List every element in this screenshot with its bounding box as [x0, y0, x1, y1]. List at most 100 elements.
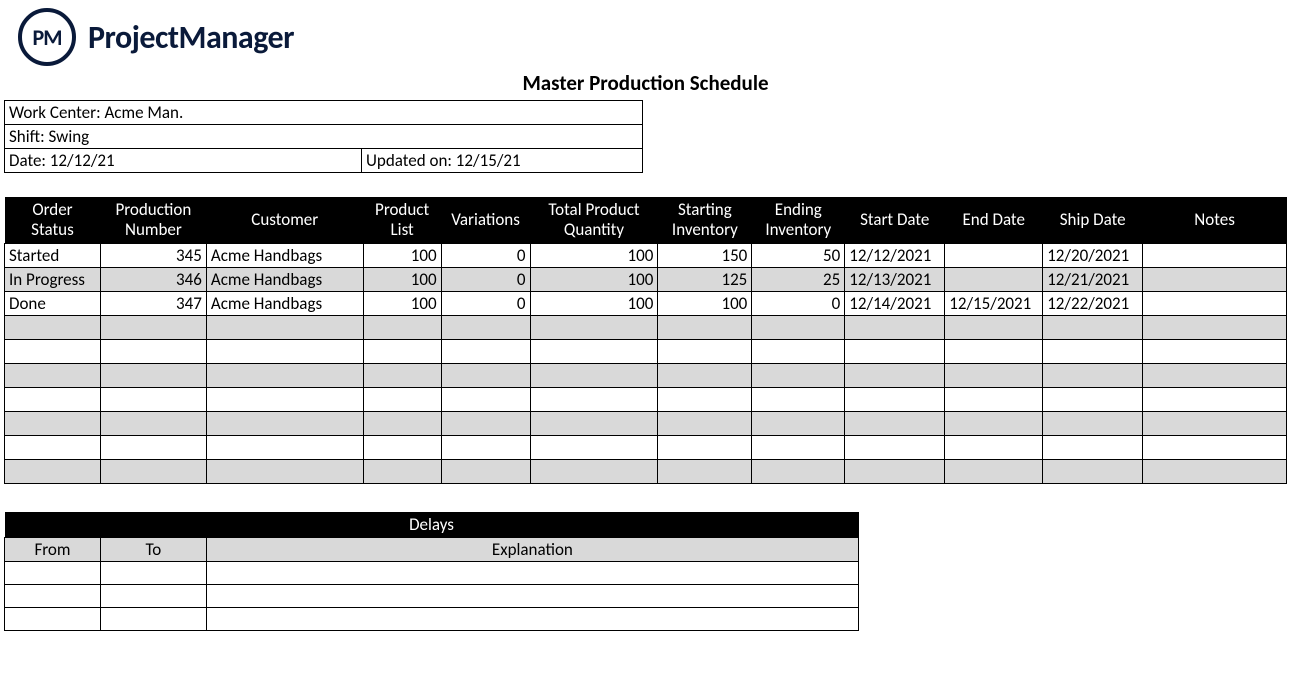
cell[interactable] [1043, 315, 1143, 339]
cell[interactable] [945, 435, 1043, 459]
cell[interactable] [206, 411, 363, 435]
cell[interactable] [1143, 339, 1287, 363]
cell[interactable] [530, 387, 658, 411]
cell[interactable]: 12/22/2021 [1043, 291, 1143, 315]
cell[interactable]: 0 [441, 267, 530, 291]
cell[interactable]: 50 [752, 243, 845, 267]
cell[interactable] [5, 339, 101, 363]
cell[interactable] [945, 363, 1043, 387]
cell[interactable]: 12/15/2021 [945, 291, 1043, 315]
cell[interactable] [5, 435, 101, 459]
cell[interactable] [1143, 435, 1287, 459]
cell[interactable]: 0 [441, 243, 530, 267]
cell[interactable] [5, 315, 101, 339]
cell[interactable] [658, 387, 752, 411]
cell[interactable] [100, 387, 206, 411]
cell[interactable]: Acme Handbags [206, 267, 363, 291]
cell[interactable] [1143, 459, 1287, 483]
cell[interactable]: 150 [658, 243, 752, 267]
cell[interactable] [363, 315, 441, 339]
cell[interactable]: 100 [530, 291, 658, 315]
cell[interactable] [100, 459, 206, 483]
cell[interactable] [363, 435, 441, 459]
cell[interactable] [441, 459, 530, 483]
cell[interactable]: In Progress [5, 267, 101, 291]
cell[interactable] [845, 363, 945, 387]
cell[interactable] [206, 607, 858, 630]
cell[interactable] [752, 387, 845, 411]
cell[interactable] [530, 315, 658, 339]
cell[interactable] [1043, 363, 1143, 387]
cell[interactable] [1043, 435, 1143, 459]
cell[interactable] [1143, 411, 1287, 435]
cell[interactable]: 0 [441, 291, 530, 315]
cell[interactable]: 100 [530, 243, 658, 267]
cell[interactable] [752, 459, 845, 483]
cell[interactable] [100, 411, 206, 435]
cell[interactable] [363, 459, 441, 483]
cell[interactable] [363, 411, 441, 435]
cell[interactable]: 346 [100, 267, 206, 291]
cell[interactable] [845, 459, 945, 483]
cell[interactable] [441, 315, 530, 339]
cell[interactable]: 100 [363, 291, 441, 315]
cell[interactable] [363, 363, 441, 387]
cell[interactable] [530, 459, 658, 483]
cell[interactable]: 12/21/2021 [1043, 267, 1143, 291]
cell[interactable]: 12/20/2021 [1043, 243, 1143, 267]
cell[interactable] [845, 387, 945, 411]
cell[interactable] [1143, 315, 1287, 339]
cell[interactable]: 347 [100, 291, 206, 315]
cell[interactable] [441, 339, 530, 363]
cell[interactable] [206, 435, 363, 459]
cell[interactable] [752, 339, 845, 363]
cell[interactable] [5, 411, 101, 435]
cell[interactable] [5, 584, 101, 607]
cell[interactable] [363, 339, 441, 363]
cell[interactable] [206, 459, 363, 483]
cell[interactable]: 100 [658, 291, 752, 315]
cell[interactable] [441, 411, 530, 435]
cell[interactable] [530, 339, 658, 363]
cell[interactable] [945, 459, 1043, 483]
cell[interactable] [945, 411, 1043, 435]
cell[interactable]: Started [5, 243, 101, 267]
cell[interactable] [206, 561, 858, 584]
cell[interactable]: 0 [752, 291, 845, 315]
cell[interactable] [945, 387, 1043, 411]
cell[interactable] [441, 363, 530, 387]
cell[interactable] [1043, 387, 1143, 411]
cell[interactable] [5, 459, 101, 483]
cell[interactable] [363, 387, 441, 411]
cell[interactable] [752, 363, 845, 387]
cell[interactable]: 100 [363, 267, 441, 291]
cell[interactable] [845, 435, 945, 459]
cell[interactable]: 125 [658, 267, 752, 291]
cell[interactable] [206, 387, 363, 411]
cell[interactable] [441, 387, 530, 411]
cell[interactable] [1143, 363, 1287, 387]
cell[interactable] [752, 315, 845, 339]
cell[interactable] [530, 411, 658, 435]
cell[interactable]: Acme Handbags [206, 291, 363, 315]
cell[interactable] [1043, 411, 1143, 435]
cell[interactable]: 12/12/2021 [845, 243, 945, 267]
cell[interactable]: 100 [530, 267, 658, 291]
cell[interactable] [100, 607, 206, 630]
cell[interactable] [100, 561, 206, 584]
cell[interactable] [5, 561, 101, 584]
cell[interactable] [845, 315, 945, 339]
cell[interactable] [206, 315, 363, 339]
cell[interactable] [206, 584, 858, 607]
cell[interactable] [1143, 387, 1287, 411]
cell[interactable] [100, 584, 206, 607]
cell[interactable]: Done [5, 291, 101, 315]
cell[interactable]: Acme Handbags [206, 243, 363, 267]
cell[interactable]: 12/13/2021 [845, 267, 945, 291]
cell[interactable] [845, 411, 945, 435]
cell[interactable] [100, 435, 206, 459]
cell[interactable] [658, 315, 752, 339]
cell[interactable] [100, 339, 206, 363]
cell[interactable] [945, 243, 1043, 267]
cell[interactable] [441, 435, 530, 459]
